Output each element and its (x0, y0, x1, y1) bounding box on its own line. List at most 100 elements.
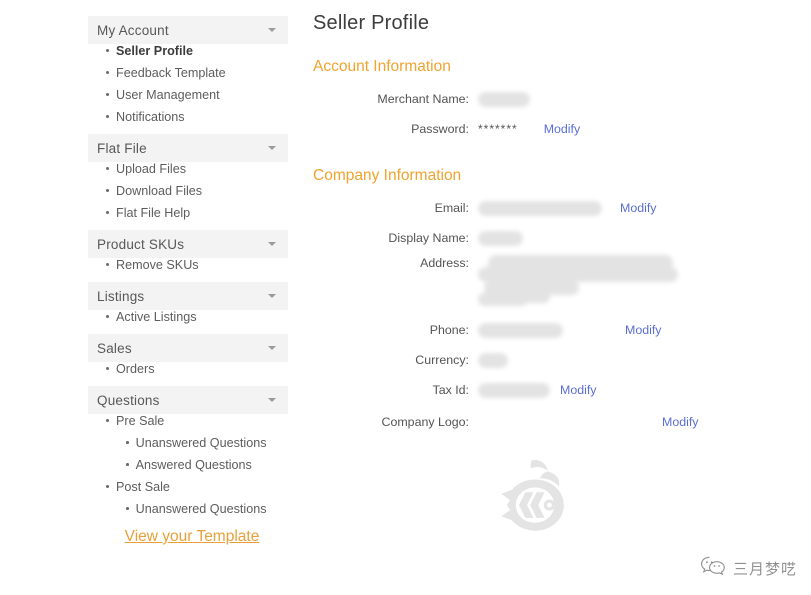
sidebar-section-items: Seller Profile Feedback Template User Mana… (88, 44, 288, 132)
bullet-icon (106, 49, 109, 52)
sidebar-item-post-sale[interactable]: Post Sale (88, 480, 288, 502)
bullet-icon (106, 419, 109, 422)
sidebar-item-seller-profile[interactable]: Seller Profile (88, 44, 288, 66)
modify-link-tax-id[interactable]: Modify (560, 383, 597, 397)
sidebar-item-user-management[interactable]: User Management (88, 88, 288, 110)
sidebar-item-unanswered-questions[interactable]: Unanswered Questions (88, 436, 288, 458)
chevron-down-icon[interactable] (268, 346, 276, 350)
bullet-icon (106, 315, 109, 318)
bullet-icon (106, 485, 109, 488)
redacted-value (478, 383, 550, 398)
sidebar-item-unanswered-questions[interactable]: Unanswered Questions (88, 502, 288, 524)
sidebar-item-label: Unanswered Questions (136, 502, 267, 516)
field-label-address: Address: (313, 253, 478, 270)
field-value-address (478, 253, 783, 309)
sidebar-section-header[interactable]: Listings (88, 282, 288, 310)
sidebar-section-items: Pre Sale Unanswered Questions Answered Que… (88, 414, 288, 524)
main-content: Seller Profile Account Information Merch… (313, 12, 783, 439)
sidebar-section-title: Product SKUs (97, 237, 268, 252)
account-information-heading: Account Information (313, 58, 783, 76)
wechat-icon (700, 555, 726, 581)
modify-link-phone[interactable]: Modify (625, 323, 662, 337)
view-your-template-link[interactable]: View your Template (88, 528, 288, 546)
page-title: Seller Profile (313, 12, 783, 35)
sidebar-item-label: Post Sale (116, 480, 170, 494)
sidebar-item-answered-questions[interactable]: Answered Questions (88, 458, 288, 480)
field-row-display-name: Display Name: (313, 223, 783, 253)
redacted-value (478, 92, 530, 107)
field-label-currency: Currency: (313, 353, 478, 367)
field-value-password: ******* Modify (478, 122, 783, 136)
chevron-down-icon[interactable] (268, 242, 276, 246)
modify-link-company-logo[interactable]: Modify (662, 415, 699, 429)
account-information-fields: Merchant Name: Password:******* Modify (313, 84, 783, 144)
field-row-email: Email: Modify (313, 193, 783, 223)
sidebar-section-title: My Account (97, 23, 268, 38)
field-row-company-logo: Company Logo: Modify (313, 405, 783, 439)
sidebar-section-items: Upload Files Download Files Flat File Help (88, 162, 288, 228)
sidebar: My Account Seller Profile Feedback Templat… (88, 14, 288, 546)
sidebar-item-label: Feedback Template (116, 66, 226, 80)
sidebar-item-label: Remove SKUs (116, 258, 199, 272)
sidebar-item-label: Answered Questions (136, 458, 252, 472)
masked-password-value: ******* (478, 122, 518, 136)
chevron-down-icon[interactable] (268, 294, 276, 298)
modify-link-email[interactable]: Modify (620, 201, 657, 215)
field-row-address: Address: (313, 253, 783, 315)
field-label-password: Password: (313, 122, 478, 136)
chevron-down-icon[interactable] (268, 28, 276, 32)
sidebar-item-feedback-template[interactable]: Feedback Template (88, 66, 288, 88)
sidebar-section-header[interactable]: Flat File (88, 134, 288, 162)
sidebar-item-download-files[interactable]: Download Files (88, 184, 288, 206)
field-row-password: Password:******* Modify (313, 114, 783, 144)
field-label-company-logo: Company Logo: (313, 415, 478, 429)
sidebar-section-header[interactable]: My Account (88, 16, 288, 44)
sidebar-section-header[interactable]: Sales (88, 334, 288, 362)
sidebar-item-upload-files[interactable]: Upload Files (88, 162, 288, 184)
company-information-heading: Company Information (313, 167, 783, 185)
sidebar-item-flat-file-help[interactable]: Flat File Help (88, 206, 288, 228)
chevron-down-icon[interactable] (268, 398, 276, 402)
sidebar-item-remove-skus[interactable]: Remove SKUs (88, 258, 288, 280)
field-value-merchant-name (478, 92, 783, 107)
redacted-value (478, 201, 602, 216)
sidebar-item-pre-sale[interactable]: Pre Sale (88, 414, 288, 436)
company-logo-image (495, 455, 575, 540)
redacted-address-value (478, 253, 778, 309)
bullet-icon (106, 189, 109, 192)
bullet-icon (126, 441, 129, 444)
chevron-down-icon[interactable] (268, 146, 276, 150)
sidebar-item-label: Orders (116, 362, 155, 376)
field-label-display-name: Display Name: (313, 231, 478, 245)
bullet-icon (106, 263, 109, 266)
field-row-currency: Currency: (313, 345, 783, 375)
sidebar-item-label: User Management (116, 88, 220, 102)
field-value-phone: Modify (478, 323, 783, 338)
sidebar-item-label: Upload Files (116, 162, 186, 176)
sidebar-item-label: Active Listings (116, 310, 197, 324)
watermark: 三月梦呓 (700, 555, 797, 581)
field-label-tax-id: Tax Id: (313, 383, 478, 397)
sidebar-item-orders[interactable]: Orders (88, 362, 288, 384)
sidebar-item-label: Pre Sale (116, 414, 164, 428)
sidebar-item-notifications[interactable]: Notifications (88, 110, 288, 132)
sidebar-item-label: Notifications (116, 110, 185, 124)
field-label-merchant-name: Merchant Name: (313, 92, 478, 106)
sidebar-section-items: Remove SKUs (88, 258, 288, 280)
sidebar-section-header[interactable]: Product SKUs (88, 230, 288, 258)
sidebar-item-active-listings[interactable]: Active Listings (88, 310, 288, 332)
modify-link-password[interactable]: Modify (544, 122, 581, 136)
bullet-icon (126, 507, 129, 510)
sidebar-section-title: Listings (97, 289, 268, 304)
sidebar-section-title: Sales (97, 341, 268, 356)
sidebar-item-label: Download Files (116, 184, 202, 198)
sidebar-item-label: Unanswered Questions (136, 436, 267, 450)
sidebar-item-label: Seller Profile (116, 44, 193, 58)
bullet-icon (126, 463, 129, 466)
field-label-phone: Phone: (313, 323, 478, 337)
redacted-value (478, 231, 523, 246)
sidebar-section-title: Questions (97, 393, 268, 408)
sidebar-section-title: Flat File (97, 141, 268, 156)
field-label-email: Email: (313, 201, 478, 215)
sidebar-section-header[interactable]: Questions (88, 386, 288, 414)
